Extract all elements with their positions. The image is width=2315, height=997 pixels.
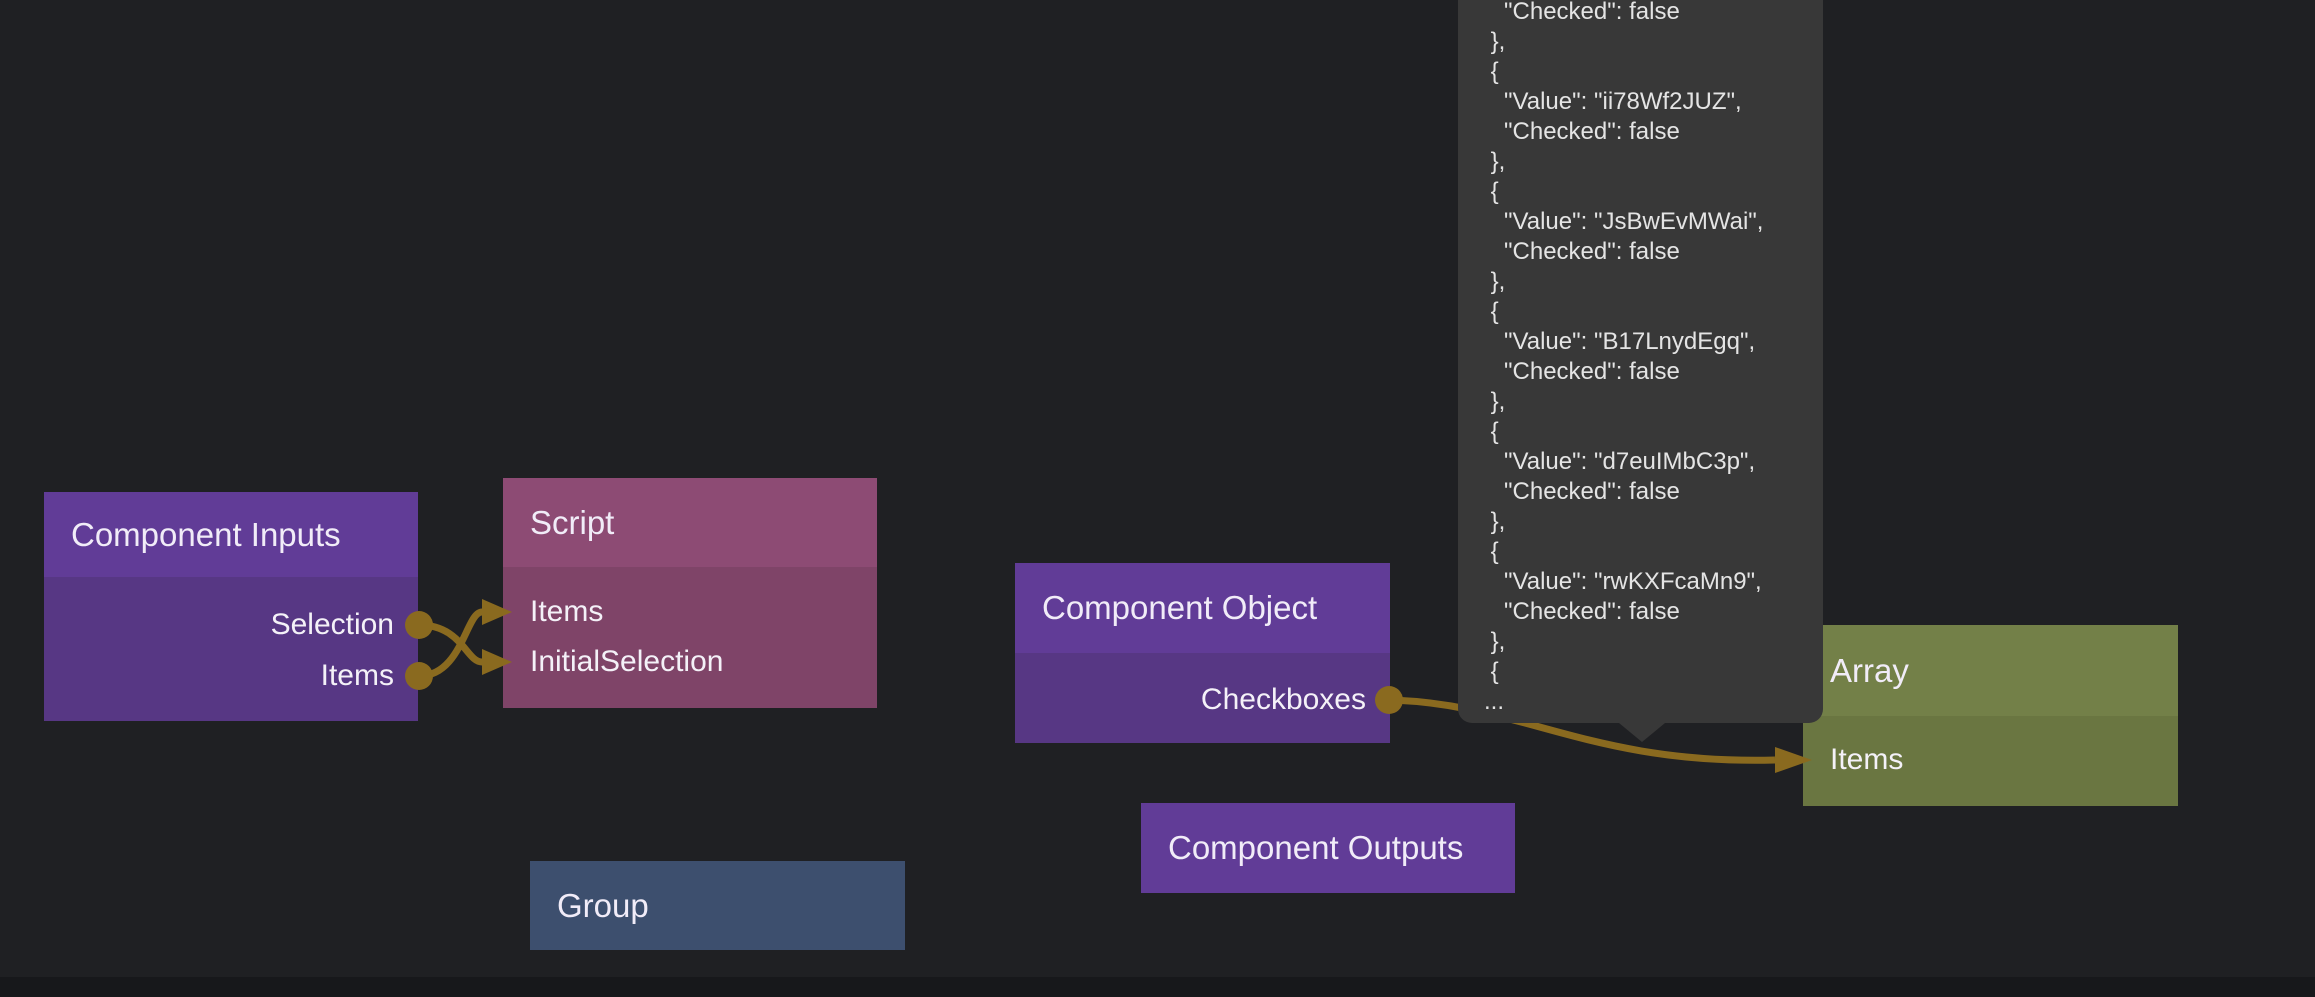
tooltip-json-line: "Value": "rwKXFcaMn9",	[1484, 567, 1809, 597]
tooltip-json-line: "Checked": false	[1484, 0, 1809, 27]
tooltip-json-line: {	[1484, 297, 1809, 327]
node-header[interactable]: Array	[1803, 625, 2178, 716]
tooltip-json-line: {	[1484, 657, 1809, 687]
tooltip-json-line: "Checked": false	[1484, 477, 1809, 507]
node-array[interactable]: Array Items	[1803, 625, 2178, 806]
node-title: Group	[557, 887, 649, 925]
tooltip-json-line: ...	[1484, 687, 1809, 717]
output-port-label-selection: Selection	[271, 608, 394, 642]
input-port-label-items: Items	[530, 595, 603, 629]
node-title: Script	[530, 504, 614, 542]
node-header[interactable]: Component Outputs	[1141, 803, 1515, 893]
bottom-edge-bar	[0, 977, 2315, 997]
node-title: Component Object	[1042, 589, 1317, 627]
node-header[interactable]: Script	[503, 478, 877, 567]
node-title: Component Outputs	[1168, 829, 1463, 867]
node-title: Array	[1830, 652, 1909, 690]
output-port-label-items: Items	[321, 659, 394, 693]
node-component-object[interactable]: Component Object Checkboxes	[1015, 563, 1390, 743]
tooltip-json-line: "Checked": false	[1484, 117, 1809, 147]
node-body	[44, 577, 418, 721]
tooltip-json-line: "Value": "ii78Wf2JUZ",	[1484, 87, 1809, 117]
node-header[interactable]: Component Object	[1015, 563, 1390, 653]
tooltip-json-line: },	[1484, 147, 1809, 177]
node-group[interactable]: Group	[530, 861, 905, 950]
tooltip-tail	[1619, 723, 1665, 742]
node-component-outputs[interactable]: Component Outputs	[1141, 803, 1515, 893]
tooltip-json-line: },	[1484, 507, 1809, 537]
node-header[interactable]: Component Inputs	[44, 492, 418, 577]
port-value-tooltip: "Checked": false }, { "Value": "ii78Wf2J…	[1458, 0, 1823, 723]
node-title: Component Inputs	[71, 516, 341, 554]
node-body	[503, 567, 877, 708]
input-port-label-initialselection: InitialSelection	[530, 645, 723, 679]
node-editor-canvas[interactable]: Component Inputs Selection Items Script …	[0, 0, 2315, 997]
tooltip-json-line: },	[1484, 387, 1809, 417]
input-port-label-items: Items	[1830, 743, 1903, 777]
tooltip-json-line: {	[1484, 177, 1809, 207]
tooltip-json-line: "Checked": false	[1484, 237, 1809, 267]
wire-items-to-items[interactable]	[419, 612, 482, 676]
tooltip-json-line: "Value": "d7euIMbC3p",	[1484, 447, 1809, 477]
node-component-inputs[interactable]: Component Inputs Selection Items	[44, 492, 418, 721]
tooltip-json-line: {	[1484, 537, 1809, 567]
tooltip-json-line: },	[1484, 27, 1809, 57]
tooltip-json-line: "Checked": false	[1484, 357, 1809, 387]
wire-selection-to-initialselection[interactable]	[419, 625, 482, 662]
node-script[interactable]: Script Items InitialSelection	[503, 478, 877, 708]
tooltip-json-line: },	[1484, 267, 1809, 297]
tooltip-json-line: {	[1484, 57, 1809, 87]
output-port-label-checkboxes: Checkboxes	[1201, 683, 1366, 717]
tooltip-json-line: "Value": "B17LnydEgq",	[1484, 327, 1809, 357]
node-header[interactable]: Group	[530, 861, 905, 950]
tooltip-json-line: },	[1484, 627, 1809, 657]
tooltip-json-line: "Checked": false	[1484, 597, 1809, 627]
tooltip-json-line: "Value": "JsBwEvMWai",	[1484, 207, 1809, 237]
tooltip-json-line: {	[1484, 417, 1809, 447]
